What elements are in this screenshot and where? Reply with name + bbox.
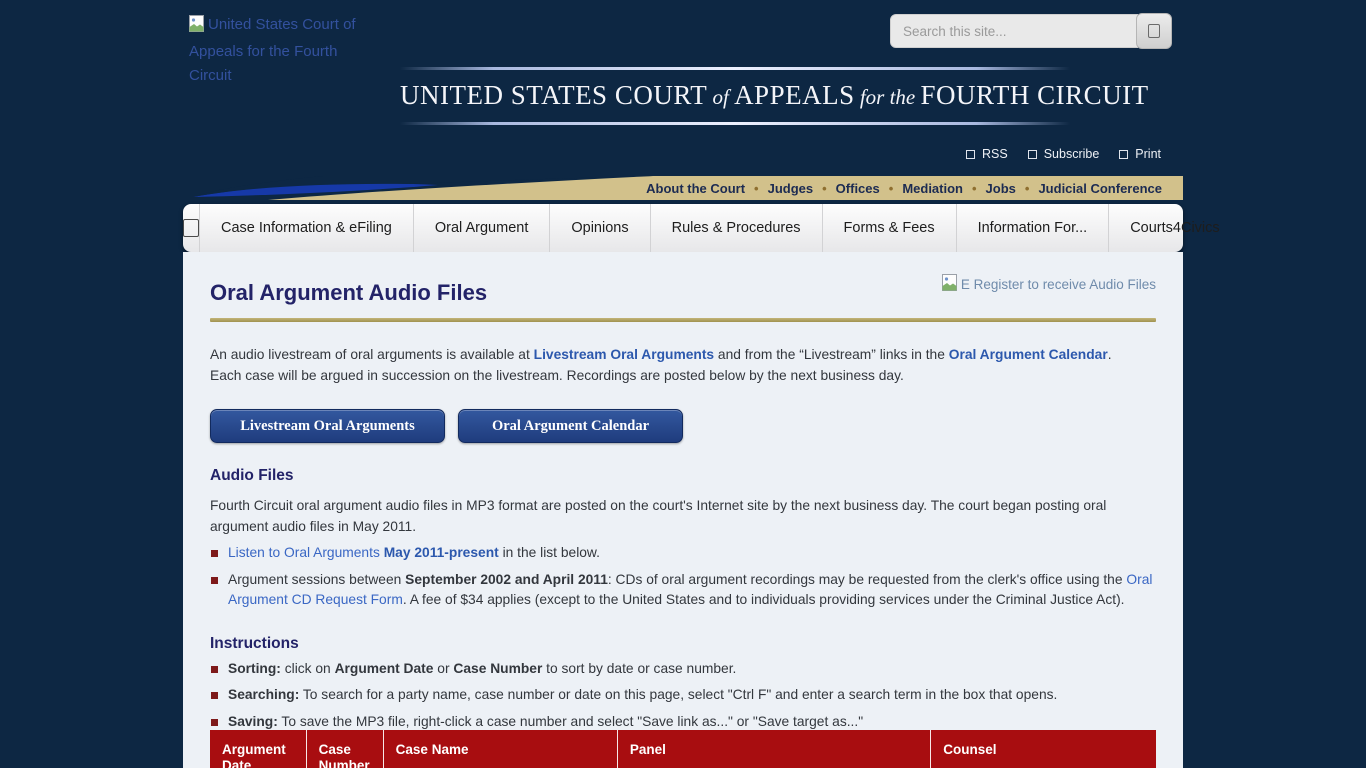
column-header-argument-date[interactable]: Argument Date bbox=[210, 730, 306, 768]
intro-paragraph: An audio livestream of oral arguments is… bbox=[210, 345, 1156, 386]
content-panel: Oral Argument Audio Files E Register to … bbox=[183, 252, 1183, 768]
intro-line-1: An audio livestream of oral arguments is… bbox=[210, 345, 1156, 366]
text-segment: . bbox=[1108, 347, 1112, 362]
tab-case-information-efiling[interactable]: Case Information & eFiling bbox=[199, 204, 413, 252]
list-item: Saving: To save the MP3 file, right-clic… bbox=[210, 712, 1156, 733]
site-search bbox=[890, 13, 1172, 49]
column-header-case-number[interactable]: Case Number bbox=[306, 730, 383, 768]
tab-information-for[interactable]: Information For... bbox=[956, 204, 1109, 252]
text-segment: September 2002 and April 2011 bbox=[405, 572, 608, 587]
print-link[interactable]: Print bbox=[1119, 147, 1161, 161]
column-header-counsel: Counsel bbox=[931, 730, 1156, 768]
text-link[interactable]: Listen to Oral Arguments bbox=[228, 545, 380, 560]
broken-image-icon bbox=[942, 274, 957, 294]
list-item: Listen to Oral Arguments May 2011-presen… bbox=[210, 543, 1156, 564]
text-segment: click on bbox=[281, 661, 335, 676]
tab-rules-procedures[interactable]: Rules & Procedures bbox=[650, 204, 822, 252]
text-segment: To search for a party name, case number … bbox=[299, 687, 1057, 702]
column-header-case-name: Case Name bbox=[383, 730, 617, 768]
rss-link[interactable]: RSS bbox=[966, 147, 1008, 161]
nav-judges[interactable]: Judges bbox=[768, 181, 814, 196]
text-link[interactable]: Livestream Oral Arguments bbox=[534, 347, 714, 362]
table-header-row: Argument Date Case Number Case Name Pane… bbox=[210, 730, 1156, 768]
text-segment: UNITED STATES COURT bbox=[400, 80, 707, 110]
audio-files-list: Listen to Oral Arguments May 2011-presen… bbox=[210, 543, 1156, 611]
secondary-nav-bar: About the Court • Judges • Offices • Med… bbox=[183, 176, 1183, 200]
text-segment: Sorting: bbox=[228, 661, 281, 676]
text-link[interactable]: Oral Argument Calendar bbox=[949, 347, 1108, 362]
intro-line-2: Each case will be argued in succession o… bbox=[210, 366, 1156, 387]
secondary-nav-links: About the Court • Judges • Offices • Med… bbox=[646, 176, 1162, 200]
text-segment: Argument sessions between bbox=[228, 572, 405, 587]
text-segment: Saving: bbox=[228, 714, 278, 729]
rss-icon bbox=[966, 150, 975, 159]
nav-separator: • bbox=[972, 181, 977, 196]
banner-rule-top bbox=[400, 67, 1070, 70]
tab-oral-argument[interactable]: Oral Argument bbox=[413, 204, 550, 252]
cta-buttons: Livestream Oral Arguments Oral Argument … bbox=[210, 409, 1156, 443]
audio-files-table: Argument Date Case Number Case Name Pane… bbox=[210, 730, 1156, 768]
text-segment: . A fee of $34 applies (except to the Un… bbox=[403, 592, 1125, 607]
nav-separator: • bbox=[889, 181, 894, 196]
text-segment: APPEALS bbox=[734, 80, 855, 110]
register-audio-files-link[interactable]: E Register to receive Audio Files bbox=[942, 274, 1156, 294]
text-segment: Searching: bbox=[228, 687, 299, 702]
nav-separator: • bbox=[1025, 181, 1030, 196]
audio-files-paragraph: Fourth Circuit oral argument audio files… bbox=[210, 496, 1156, 537]
instructions-heading: Instructions bbox=[210, 635, 1156, 653]
nav-about-the-court[interactable]: About the Court bbox=[646, 181, 745, 196]
page: United States Court of Appeals for the F… bbox=[0, 0, 1366, 768]
home-tab[interactable] bbox=[183, 204, 199, 252]
text-link[interactable]: May 2011-present bbox=[384, 545, 499, 560]
text-segment: and from the “Livestream” links in the bbox=[714, 347, 949, 362]
main-nav-bar: Case Information & eFiling Oral Argument… bbox=[183, 204, 1183, 252]
gold-divider bbox=[210, 318, 1156, 322]
text-segment: in the list below. bbox=[499, 545, 600, 560]
tab-forms-fees[interactable]: Forms & Fees bbox=[822, 204, 956, 252]
subscribe-link[interactable]: Subscribe bbox=[1028, 147, 1100, 161]
oral-argument-calendar-button[interactable]: Oral Argument Calendar bbox=[458, 409, 683, 443]
search-input[interactable] bbox=[890, 14, 1138, 48]
text-segment: to sort by date or case number. bbox=[542, 661, 736, 676]
text-segment: Fourth Circuit oral argument audio files… bbox=[210, 498, 1106, 534]
page-title: Oral Argument Audio Files bbox=[210, 280, 487, 306]
court-logo-alt-text: United States Court of Appeals for the F… bbox=[189, 16, 356, 84]
search-icon bbox=[1148, 24, 1160, 38]
site-banner: UNITED STATES COURT of APPEALS for the F… bbox=[400, 67, 1070, 125]
text-segment: of bbox=[707, 85, 734, 109]
nav-offices[interactable]: Offices bbox=[836, 181, 880, 196]
text-segment: : CDs of oral argument recordings may be… bbox=[608, 572, 1126, 587]
list-item: Searching: To search for a party name, c… bbox=[210, 685, 1156, 706]
search-button[interactable] bbox=[1136, 13, 1172, 49]
nav-jobs[interactable]: Jobs bbox=[986, 181, 1016, 196]
nav-separator: • bbox=[754, 181, 759, 196]
list-item: Sorting: click on Argument Date or Case … bbox=[210, 659, 1156, 680]
subscribe-icon bbox=[1028, 150, 1037, 159]
site-title: UNITED STATES COURT of APPEALS for the F… bbox=[400, 80, 1070, 111]
utility-links: RSS Subscribe Print bbox=[966, 147, 1161, 161]
home-icon bbox=[183, 219, 199, 237]
nav-separator: • bbox=[822, 181, 827, 196]
text-segment: To save the MP3 file, right-click a case… bbox=[278, 714, 863, 729]
tab-opinions[interactable]: Opinions bbox=[549, 204, 649, 252]
tab-courts4civics[interactable]: Courts4Civics bbox=[1108, 204, 1240, 252]
text-segment: or bbox=[433, 661, 453, 676]
print-icon bbox=[1119, 150, 1128, 159]
text-segment: for the bbox=[855, 85, 921, 109]
text-segment: Argument Date bbox=[335, 661, 434, 676]
audio-files-heading: Audio Files bbox=[210, 467, 1156, 485]
nav-judicial-conference[interactable]: Judicial Conference bbox=[1038, 181, 1162, 196]
text-segment: FOURTH CIRCUIT bbox=[921, 80, 1149, 110]
nav-mediation[interactable]: Mediation bbox=[902, 181, 963, 196]
text-segment: Case Number bbox=[453, 661, 542, 676]
banner-rule-bottom bbox=[400, 122, 1070, 125]
text-segment: An audio livestream of oral arguments is… bbox=[210, 347, 534, 362]
column-header-panel: Panel bbox=[617, 730, 930, 768]
livestream-oral-arguments-button[interactable]: Livestream Oral Arguments bbox=[210, 409, 445, 443]
instructions-list: Sorting: click on Argument Date or Case … bbox=[210, 659, 1156, 733]
court-logo-broken-image[interactable]: United States Court of Appeals for the F… bbox=[189, 13, 367, 88]
text-segment: Each case will be argued in succession o… bbox=[210, 368, 904, 383]
broken-image-icon bbox=[189, 15, 204, 40]
list-item: Argument sessions between September 2002… bbox=[210, 570, 1156, 611]
